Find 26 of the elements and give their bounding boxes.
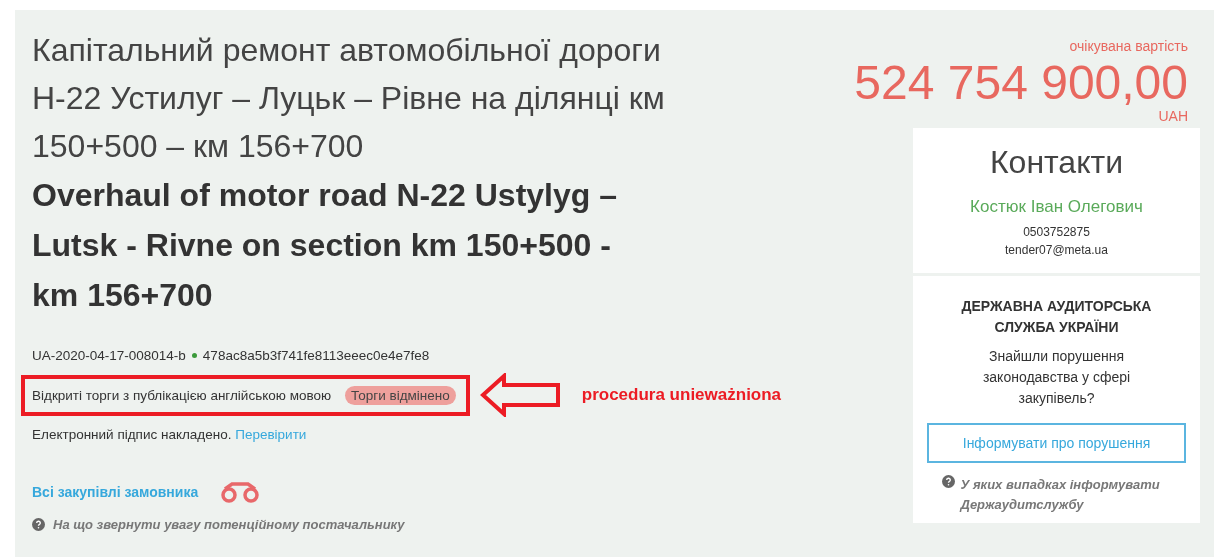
annotation-text: procedura unieważniona	[581, 385, 782, 405]
signature-status: Електронний підпис накладено.	[32, 427, 233, 442]
audit-hint-link[interactable]: У яких випадках інформувати Держаудитслужбу	[960, 475, 1172, 515]
report-violation-button[interactable]: Інформувати про порушення	[927, 423, 1186, 463]
tender-title: Капітальний ремонт автомобільної дороги Н-22 Устилуг – Луцьк – Рівне на ділянці км 150+500 – км 156+700	[32, 31, 666, 166]
all-purchases-link[interactable]: Всі закупівлі замовника	[32, 484, 199, 500]
contact-name: Костюк Іван Олегович	[970, 197, 1143, 217]
contact-phone: 0503752875	[1023, 224, 1090, 241]
arrow-icon	[479, 373, 562, 417]
procedure-type: Відкриті торги з публікацією англійською мовою	[32, 387, 332, 403]
price-currency: UAH	[1158, 108, 1188, 124]
tender-hash: 478ac8a5b3f741fe8113eeec0e4e7fe8	[202, 348, 430, 363]
supplier-hint-link[interactable]: На що звернути увагу потенційному постачальнику	[53, 517, 405, 532]
audit-heading: ДЕРЖАВНА АУДИТОРСЬКА СЛУЖБА УКРАЇНИ	[960, 297, 1153, 337]
verify-link[interactable]: Перевірити	[235, 427, 307, 442]
status-badge: Торги відмінено	[345, 385, 456, 405]
audit-question: Знайшли порушення законодавства у сфері закупівель?	[981, 347, 1132, 408]
tender-title-english: Overhaul of motor road N-22 Ustylyg – Lutsk - Rivne on section km 150+500 - km 156+700	[32, 176, 618, 315]
tender-id: UA-2020-04-17-008014-b	[32, 348, 186, 363]
status-dot	[191, 353, 197, 358]
help-icon	[32, 518, 45, 531]
price-amount: 524 754 900,00	[854, 58, 1188, 108]
contact-email: tender07@meta.ua	[1005, 242, 1108, 259]
help-icon	[941, 475, 955, 488]
price-label: очікувана вартість	[1069, 38, 1188, 54]
contacts-heading: Контакти	[989, 144, 1124, 181]
